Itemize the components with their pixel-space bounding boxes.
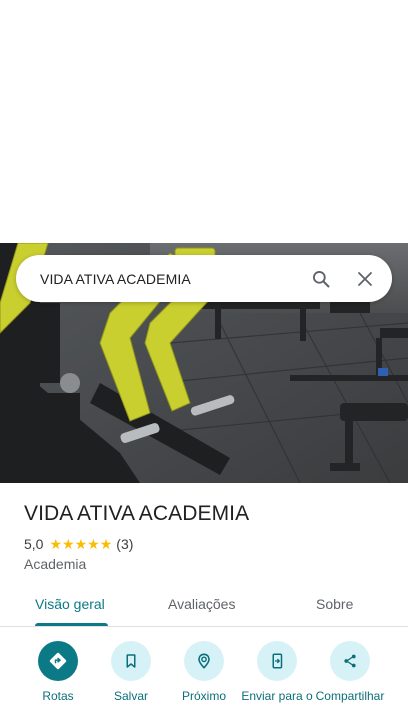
- search-button[interactable]: [303, 261, 339, 297]
- review-count: (3): [116, 536, 134, 552]
- directions-label: Rotas: [42, 689, 74, 703]
- send-to-phone-icon: [272, 653, 283, 669]
- nearby-button[interactable]: Próximo: [166, 641, 242, 703]
- place-details-page: VIDA ATIVA ACADEMIA VIDA ATIVA ACADEMIA …: [0, 0, 408, 726]
- save-label: Salvar: [113, 689, 148, 703]
- active-tab-indicator: [35, 623, 108, 626]
- share-circle: [330, 641, 370, 681]
- search-icon: [313, 270, 330, 287]
- place-title: VIDA ATIVA ACADEMIA: [24, 502, 250, 525]
- tab-reviews[interactable]: Avaliações: [168, 596, 235, 612]
- star-icon: ★: [87, 536, 100, 552]
- search-query[interactable]: VIDA ATIVA ACADEMIA: [40, 271, 303, 287]
- rating-row[interactable]: 5,0 ★ ★ ★ ★ ★ (3): [24, 536, 133, 552]
- directions-button[interactable]: Rotas: [20, 641, 96, 703]
- tab-about[interactable]: Sobre: [316, 596, 353, 612]
- star-icon: ★: [49, 536, 63, 552]
- share-button[interactable]: Compartilhar: [312, 641, 388, 703]
- place-category: Academia: [24, 556, 87, 572]
- bookmark-icon: [126, 654, 136, 668]
- star-icon: ★: [74, 536, 88, 552]
- search-bar[interactable]: VIDA ATIVA ACADEMIA: [16, 255, 392, 302]
- send-to-phone-circle: [257, 641, 297, 681]
- action-bar: Rotas Salvar Próximo Enviar para o Compa…: [0, 641, 408, 726]
- send-to-phone-label: Enviar para o: [241, 689, 313, 703]
- save-button[interactable]: Salvar: [93, 641, 169, 703]
- star-icon: ★: [99, 536, 113, 552]
- save-circle: [111, 641, 151, 681]
- tab-bar: Visão geral Avaliações Sobre: [0, 586, 408, 627]
- send-to-phone-button[interactable]: Enviar para o: [239, 641, 315, 703]
- rating-stars: ★ ★ ★ ★ ★: [49, 536, 112, 552]
- nearby-circle: [184, 641, 224, 681]
- directions-icon: [49, 652, 67, 670]
- directions-circle: [38, 641, 78, 681]
- clear-search-button[interactable]: [347, 261, 383, 297]
- close-icon: [358, 271, 372, 286]
- star-icon: ★: [62, 536, 75, 552]
- nearby-icon: [198, 653, 210, 669]
- rating-value: 5,0: [24, 536, 44, 552]
- tab-overview[interactable]: Visão geral: [35, 596, 105, 612]
- share-label: Compartilhar: [315, 689, 385, 703]
- nearby-label: Próximo: [181, 689, 226, 703]
- share-icon: [344, 654, 356, 668]
